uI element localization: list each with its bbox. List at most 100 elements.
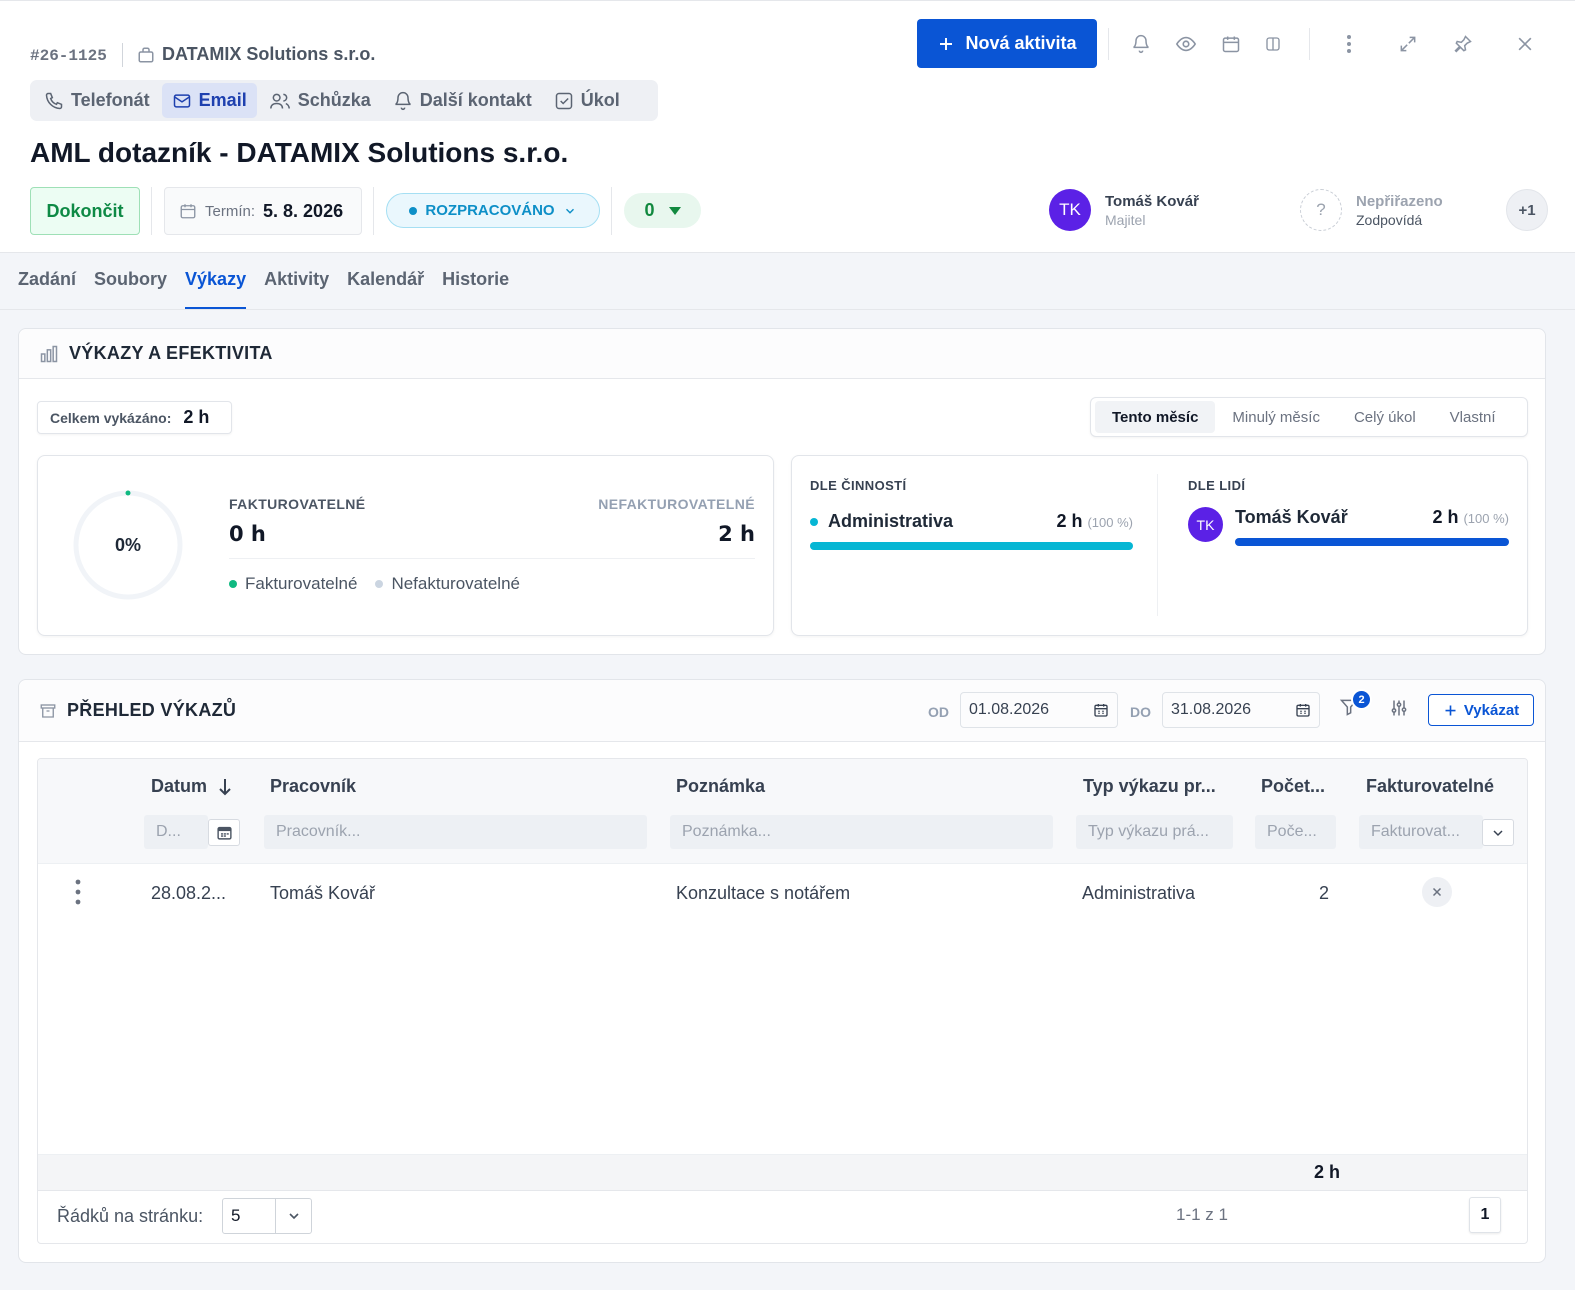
period-this-month[interactable]: Tento měsíc xyxy=(1095,401,1216,433)
add-report-button[interactable]: Vykázat xyxy=(1428,694,1534,726)
count-dropdown[interactable]: 0 xyxy=(624,193,701,228)
tab-soubory[interactable]: Soubory xyxy=(94,262,167,310)
total-logged: Celkem vykázáno: 2 h xyxy=(37,401,232,434)
period-whole-task[interactable]: Celý úkol xyxy=(1337,401,1433,433)
divider xyxy=(151,187,152,235)
from-date-value: 01.08.2026 xyxy=(969,701,1050,718)
column-header-date[interactable]: Datum xyxy=(151,776,231,797)
period-last-month[interactable]: Minulý měsíc xyxy=(1215,401,1337,433)
column-settings-icon[interactable] xyxy=(1389,698,1409,718)
new-activity-button[interactable]: Nová aktivita xyxy=(917,19,1097,68)
contact-tab-task[interactable]: Úkol xyxy=(544,83,630,118)
legend-dot xyxy=(375,580,384,588)
calendar-icon[interactable] xyxy=(1093,702,1109,718)
legend-dot xyxy=(229,580,237,588)
cell-type: Administrativa xyxy=(1082,883,1196,903)
caret-down-icon xyxy=(668,206,681,215)
assignee[interactable]: ? Nepřiřazeno Zodpovídá xyxy=(1300,189,1443,231)
cell-note: Konzultace s notářem xyxy=(676,883,851,903)
filter-count-badge: 2 xyxy=(1351,689,1372,710)
period-custom[interactable]: Vlastní xyxy=(1433,401,1513,433)
contact-tab-label: Další kontakt xyxy=(419,90,532,110)
status-dropdown[interactable]: ROZPRACOVÁNO xyxy=(386,193,600,228)
person-percent: (100 %) xyxy=(1463,511,1509,526)
person-stat: Tomáš Kovář 2 h (100 %) xyxy=(1235,507,1509,528)
by-people: DLE LIDÍ TK Tomáš Kovář 2 h (100 %) xyxy=(1188,478,1509,546)
column-header-billable[interactable]: Fakturovatelné xyxy=(1366,776,1494,797)
billable-percent: 0% xyxy=(114,534,141,555)
owner-role: Majitel xyxy=(1105,211,1146,228)
page-button[interactable]: 1 xyxy=(1469,1197,1501,1233)
divider xyxy=(229,558,755,559)
tab-historie[interactable]: Historie xyxy=(442,262,509,310)
breakdown-panel: DLE ČINNOSTÍ Administrativa 2 h (100 %) D… xyxy=(791,455,1528,636)
deadline-label: Termín: xyxy=(205,202,256,220)
tab-aktivity[interactable]: Aktivity xyxy=(264,262,329,310)
tab-vykazy[interactable]: Výkazy xyxy=(185,262,247,310)
bell-icon[interactable] xyxy=(1128,31,1154,57)
chevron-down-icon[interactable] xyxy=(1482,819,1514,846)
by-activity-label: DLE ČINNOSTÍ xyxy=(810,478,907,493)
finish-button[interactable]: Dokončit xyxy=(30,187,140,235)
checkbox-icon xyxy=(554,91,574,111)
legend-label: Nefakturovatelné xyxy=(391,574,520,593)
split-view-icon[interactable] xyxy=(1260,31,1286,57)
activity-percent: (100 %) xyxy=(1087,515,1133,530)
detail-tabs: Zadání Soubory Výkazy Aktivity Kalendář … xyxy=(18,262,509,310)
billable-filter-select[interactable]: Fakturovat... xyxy=(1359,815,1483,849)
total-value: 2 h xyxy=(183,407,210,427)
chevron-down-icon[interactable] xyxy=(275,1199,311,1233)
deadline-field[interactable]: Termín: 5. 8. 2026 xyxy=(164,187,362,235)
more-people-button[interactable]: +1 xyxy=(1506,189,1548,231)
owner[interactable]: TK Tomáš Kovář Majitel xyxy=(1049,189,1199,231)
plus-icon xyxy=(937,35,955,53)
activity-row: Administrativa 2 h (100 %) xyxy=(810,511,1133,532)
row-menu-icon[interactable] xyxy=(75,879,81,905)
to-label: DO xyxy=(1130,704,1151,720)
divider xyxy=(0,309,1575,310)
column-label: Datum xyxy=(151,776,208,796)
worker-filter-input[interactable]: Pracovník... xyxy=(264,815,647,849)
count-filter-input[interactable]: Poče... xyxy=(1255,815,1336,849)
mail-icon xyxy=(172,91,192,111)
rows-per-page-value: 5 xyxy=(231,1206,241,1225)
efficiency-header: VÝKAZY A EFEKTIVITA xyxy=(19,329,1545,379)
more-vertical-icon[interactable] xyxy=(1336,31,1362,57)
rows-per-page-select[interactable]: 5 xyxy=(222,1198,312,1234)
type-filter-input[interactable]: Typ výkazu prá... xyxy=(1076,815,1233,849)
contact-tab-meeting[interactable]: Schůzka xyxy=(259,83,381,118)
efficiency-title: VÝKAZY A EFEKTIVITA xyxy=(69,343,273,363)
from-date-input[interactable]: 01.08.2026 xyxy=(960,692,1118,728)
pin-icon[interactable] xyxy=(1450,31,1476,57)
date-filter-input[interactable]: D... xyxy=(144,815,208,849)
eye-icon[interactable] xyxy=(1173,31,1199,57)
bar-chart-icon xyxy=(39,344,59,364)
activity-hours: 2 h (100 %) xyxy=(1056,511,1133,532)
to-date-input[interactable]: 31.08.2026 xyxy=(1162,692,1320,728)
legend-label: Fakturovatelné xyxy=(245,574,358,593)
total-label: Celkem vykázáno: xyxy=(50,409,172,426)
contact-tab-phone[interactable]: Telefonát xyxy=(34,83,160,118)
tab-kalendar[interactable]: Kalendář xyxy=(347,262,424,310)
person-hours-value: 2 h xyxy=(1432,507,1459,527)
expand-icon[interactable] xyxy=(1395,31,1421,57)
note-filter-input[interactable]: Poznámka... xyxy=(670,815,1053,849)
tab-zadani[interactable]: Zadání xyxy=(18,262,76,310)
column-header-type[interactable]: Typ výkazu pr... xyxy=(1083,776,1216,797)
deadline-value: 5. 8. 2026 xyxy=(263,200,344,221)
contact-tab-other[interactable]: Další kontakt xyxy=(383,83,542,118)
contact-type-tabs: Telefonát Email Schůzka Další kontakt Úk… xyxy=(30,80,658,121)
sum-value: 2 h xyxy=(1314,1162,1341,1182)
person-bar xyxy=(1235,538,1509,546)
divider xyxy=(373,187,374,235)
contact-tab-email[interactable]: Email xyxy=(161,83,257,118)
column-header-worker[interactable]: Pracovník xyxy=(270,776,356,797)
nonbillable-value: 2 h xyxy=(718,522,755,546)
calendar-icon[interactable] xyxy=(208,819,240,846)
column-header-count[interactable]: Počet... xyxy=(1261,776,1325,797)
close-icon[interactable] xyxy=(1512,31,1538,57)
calendar-icon[interactable] xyxy=(1295,702,1311,718)
column-header-note[interactable]: Poznámka xyxy=(676,776,765,797)
calendar-icon[interactable] xyxy=(1218,31,1244,57)
reports-title: PŘEHLED VÝKAZŮ xyxy=(67,700,237,720)
